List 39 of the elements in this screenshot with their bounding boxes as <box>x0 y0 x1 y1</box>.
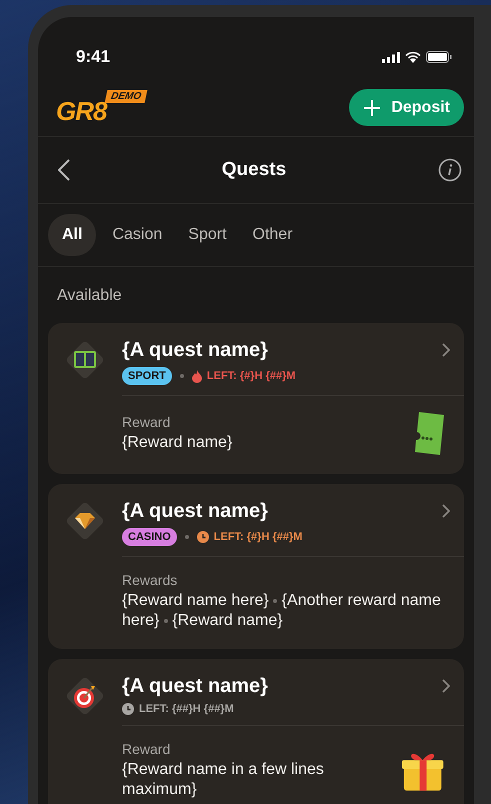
reward-names: {Reward name} <box>122 433 232 453</box>
section-title: Available <box>56 286 123 306</box>
filter-tab[interactable]: All <box>48 214 96 256</box>
info-button[interactable] <box>438 158 462 182</box>
clock-icon <box>196 531 209 543</box>
status-time: 9:41 <box>76 47 110 67</box>
battery-icon <box>426 51 452 63</box>
quest-card[interactable]: {A quest name} LEFT: {##}H {##}M Reward {Reward name in a few lines maximum} <box>48 659 464 804</box>
clock-icon <box>122 703 134 715</box>
reward-names: {Reward name here} {Another reward name here} {Reward name} <box>122 591 442 631</box>
reward-label: Rewards <box>122 571 178 589</box>
reward-names: {Reward name in a few lines maximum} <box>122 760 325 800</box>
reward-label: Reward <box>122 740 172 758</box>
quest-card[interactable]: {A quest name} SPORT LEFT: {#}H {##}M Reward {Reward name} <box>48 323 464 474</box>
time-left: LEFT: {##}H {##}M <box>139 703 234 715</box>
quest-card[interactable]: {A quest name} CASINO LEFT: {#}H {##}M Rewards {Reward name here} {Another reward name here} {Reward name} <box>48 484 464 649</box>
reward-label: Reward <box>122 413 172 431</box>
quest-name: {A quest name} <box>122 338 268 363</box>
flame-icon <box>192 370 202 382</box>
deposit-button[interactable]: Deposit <box>349 89 464 126</box>
back-button[interactable] <box>58 159 70 181</box>
chevron-icon <box>442 504 450 518</box>
plus-icon <box>363 98 382 116</box>
chevron-icon <box>442 343 450 357</box>
category-tag: SPORT <box>122 367 172 385</box>
signal-icon <box>382 52 400 62</box>
filter-tab[interactable]: Other <box>242 214 303 256</box>
quest-name: {A quest name} <box>122 674 268 699</box>
time-left: LEFT: {#}H {##}M <box>214 531 302 543</box>
chevron-icon <box>442 679 450 693</box>
filter-tab[interactable]: Casion <box>102 214 172 256</box>
logo: GR8 <box>56 96 106 126</box>
time-left: LEFT: {#}H {##}M <box>206 370 296 382</box>
wifi-icon <box>405 51 421 63</box>
demo-badge: DEMO <box>105 90 148 102</box>
category-tag: CASINO <box>122 528 177 546</box>
filter-tab[interactable]: Sport <box>178 214 237 256</box>
page-title: Quests <box>222 159 286 181</box>
quest-name: {A quest name} <box>122 499 268 524</box>
